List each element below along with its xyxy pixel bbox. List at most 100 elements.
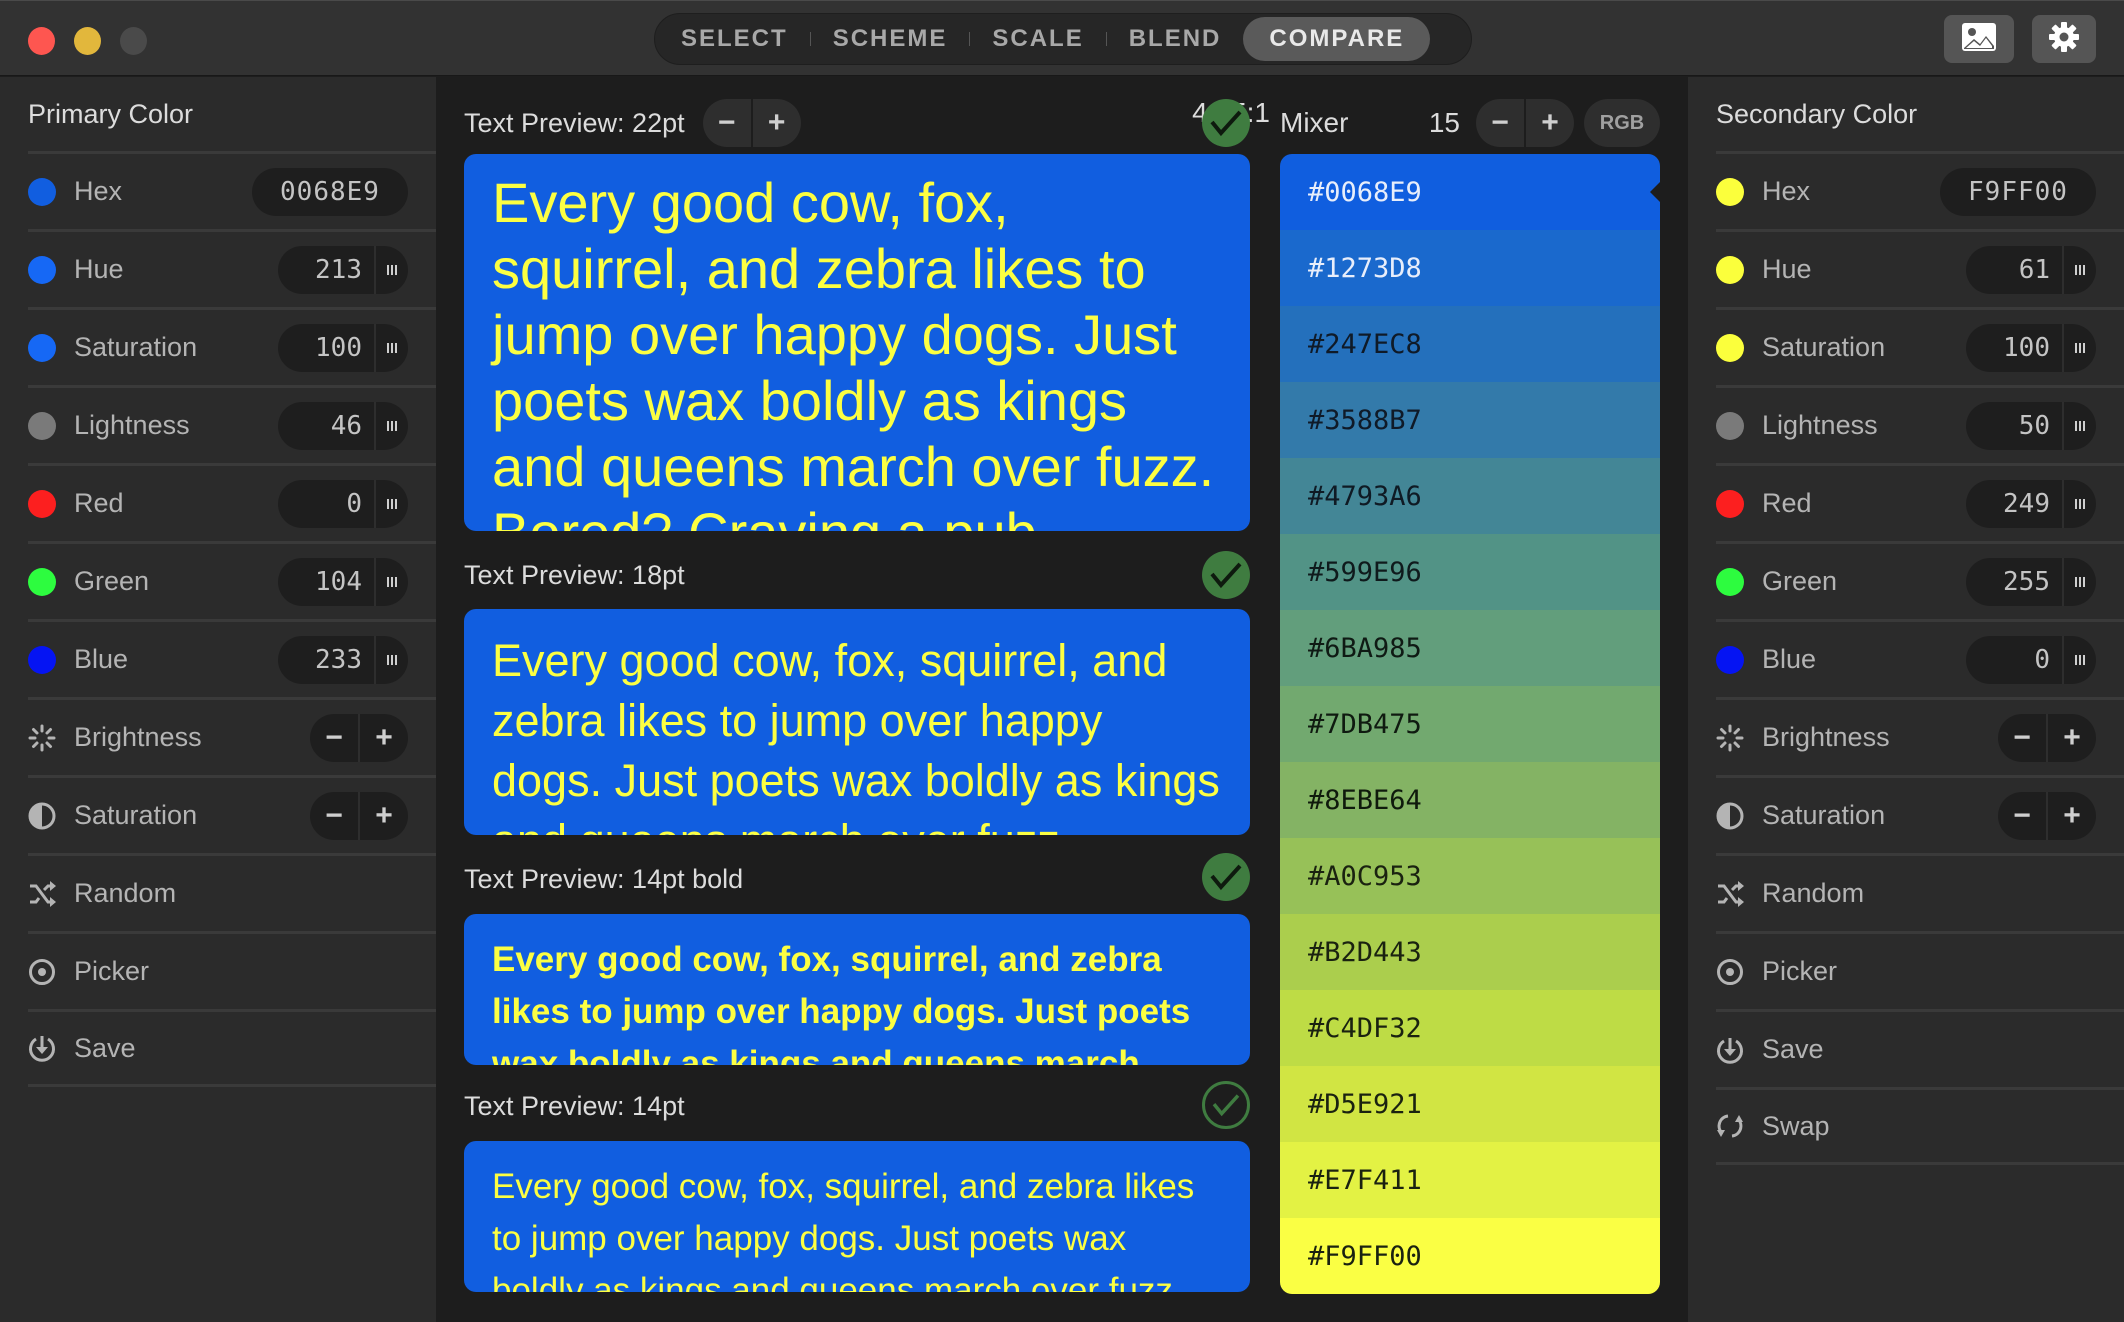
mixer-swatch[interactable]: #7DB475 [1280, 686, 1660, 762]
blue-value[interactable]: 0 [1966, 645, 2062, 675]
primary-random-button[interactable]: Random [28, 853, 436, 931]
mixer-swatch[interactable]: #4793A6 [1280, 458, 1660, 534]
red-label: Red [1762, 488, 1812, 518]
swap-colors-button[interactable]: Swap [1716, 1087, 2124, 1165]
saturation-value[interactable]: 100 [278, 333, 374, 363]
mixer-swatch[interactable]: #6BA985 [1280, 610, 1660, 686]
secondary-red-input[interactable]: 249 [1966, 479, 2096, 528]
saturation-decrease-button[interactable]: − [1998, 792, 2046, 840]
brightness-stepper: − + [1998, 713, 2096, 762]
lightness-value[interactable]: 46 [278, 411, 374, 441]
lightness-value[interactable]: 50 [1966, 411, 2062, 441]
mixer-steps-decrease-button[interactable]: − [1476, 99, 1524, 147]
zoom-window-button[interactable] [120, 27, 147, 55]
secondary-hue-input[interactable]: 61 [1966, 245, 2096, 294]
secondary-hue-row: Hue 61 [1716, 229, 2124, 307]
mixer-swatch[interactable]: #1273D8 [1280, 230, 1660, 306]
slider-grip-icon[interactable] [374, 245, 408, 294]
hue-label: Hue [1762, 254, 1812, 284]
saturation-decrease-button[interactable]: − [310, 792, 358, 840]
tab-scheme[interactable]: SCHEME [811, 17, 970, 61]
red-value[interactable]: 249 [1966, 489, 2062, 519]
slider-grip-icon[interactable] [2062, 479, 2096, 528]
swap-label: Swap [1762, 1110, 1830, 1141]
tab-scale[interactable]: SCALE [970, 17, 1105, 61]
picker-target-icon [28, 958, 56, 986]
secondary-save-button[interactable]: Save [1716, 1009, 2124, 1087]
saturation-increase-button[interactable]: + [2046, 791, 2096, 840]
primary-green-input[interactable]: 104 [278, 557, 408, 606]
primary-picker-button[interactable]: Picker [28, 931, 436, 1009]
brightness-increase-button[interactable]: + [2046, 713, 2096, 762]
primary-saturation-adjust-row: Saturation − + [28, 775, 436, 853]
brightness-increase-button[interactable]: + [358, 713, 408, 762]
mixer-swatch[interactable]: #3588B7 [1280, 382, 1660, 458]
preview-18pt-box: Every good cow, fox, squirrel, and zebra… [464, 609, 1250, 835]
primary-saturation-input[interactable]: 100 [278, 323, 408, 372]
tab-blend[interactable]: BLEND [1107, 17, 1244, 61]
primary-hue-input[interactable]: 213 [278, 245, 408, 294]
slider-grip-icon[interactable] [374, 635, 408, 684]
blue-value[interactable]: 233 [278, 645, 374, 675]
mixer-swatch[interactable]: #0068E9 [1280, 154, 1660, 230]
primary-red-input[interactable]: 0 [278, 479, 408, 528]
saturation-value[interactable]: 100 [1966, 333, 2062, 363]
preview-22pt-box: Every good cow, fox, squirrel, and zebra… [464, 154, 1250, 531]
mixer-steps-increase-button[interactable]: + [1524, 99, 1574, 147]
secondary-green-input[interactable]: 255 [1966, 557, 2096, 606]
settings-button[interactable] [2032, 15, 2096, 63]
secondary-saturation-input[interactable]: 100 [1966, 323, 2096, 372]
mixer-swatch[interactable]: #F9FF00 [1280, 1218, 1660, 1294]
green-value[interactable]: 104 [278, 567, 374, 597]
secondary-hex-row: Hex F9FF00 [1716, 151, 2124, 229]
slider-grip-icon[interactable] [2062, 401, 2096, 450]
slider-grip-icon[interactable] [2062, 245, 2096, 294]
primary-brightness-row: Brightness − + [28, 697, 436, 775]
mixer-mode-button[interactable]: RGB [1584, 99, 1660, 147]
mixer-swatch[interactable]: #A0C953 [1280, 838, 1660, 914]
slider-grip-icon[interactable] [374, 323, 408, 372]
mixer-swatch[interactable]: #599E96 [1280, 534, 1660, 610]
primary-blue-row: Blue 233 [28, 619, 436, 697]
mixer-swatch[interactable]: #B2D443 [1280, 914, 1660, 990]
slider-grip-icon[interactable] [374, 479, 408, 528]
close-window-button[interactable] [28, 27, 55, 55]
secondary-lightness-input[interactable]: 50 [1966, 401, 2096, 450]
mixer-swatch[interactable]: #247EC8 [1280, 306, 1660, 382]
mixer-swatch[interactable]: #E7F411 [1280, 1142, 1660, 1218]
preview-14pt-header: Text Preview: 14pt [464, 1082, 685, 1130]
brightness-decrease-button[interactable]: − [310, 714, 358, 762]
primary-lightness-input[interactable]: 46 [278, 401, 408, 450]
secondary-picker-button[interactable]: Picker [1716, 931, 2124, 1009]
brightness-decrease-button[interactable]: − [1998, 714, 2046, 762]
slider-grip-icon[interactable] [2062, 557, 2096, 606]
secondary-random-button[interactable]: Random [1716, 853, 2124, 931]
secondary-blue-input[interactable]: 0 [1966, 635, 2096, 684]
red-value[interactable]: 0 [278, 489, 374, 519]
image-button[interactable] [1944, 15, 2014, 63]
slider-grip-icon[interactable] [2062, 323, 2096, 372]
saturation-increase-button[interactable]: + [358, 791, 408, 840]
font-size-decrease-button[interactable]: − [703, 99, 751, 147]
slider-grip-icon[interactable] [374, 401, 408, 450]
pass-outline-check-icon [1202, 1081, 1250, 1129]
tab-select[interactable]: SELECT [659, 17, 810, 61]
primary-blue-input[interactable]: 233 [278, 635, 408, 684]
slider-grip-icon[interactable] [374, 557, 408, 606]
font-size-increase-button[interactable]: + [750, 99, 801, 147]
green-value[interactable]: 255 [1966, 567, 2062, 597]
primary-hex-input[interactable]: 0068E9 [252, 167, 408, 216]
minimize-window-button[interactable] [74, 27, 101, 55]
mixer-swatch[interactable]: #8EBE64 [1280, 762, 1660, 838]
tab-compare[interactable]: COMPARE [1243, 17, 1431, 61]
slider-grip-icon[interactable] [2062, 635, 2096, 684]
secondary-red-row: Red 249 [1716, 463, 2124, 541]
mixer-swatch[interactable]: #C4DF32 [1280, 990, 1660, 1066]
blue-label: Blue [1762, 644, 1817, 674]
hue-value[interactable]: 213 [278, 255, 374, 285]
image-icon [1961, 22, 1997, 57]
hue-value[interactable]: 61 [1966, 255, 2062, 285]
secondary-hex-input[interactable]: F9FF00 [1940, 167, 2096, 216]
mixer-swatch[interactable]: #D5E921 [1280, 1066, 1660, 1142]
primary-save-button[interactable]: Save [28, 1009, 436, 1087]
